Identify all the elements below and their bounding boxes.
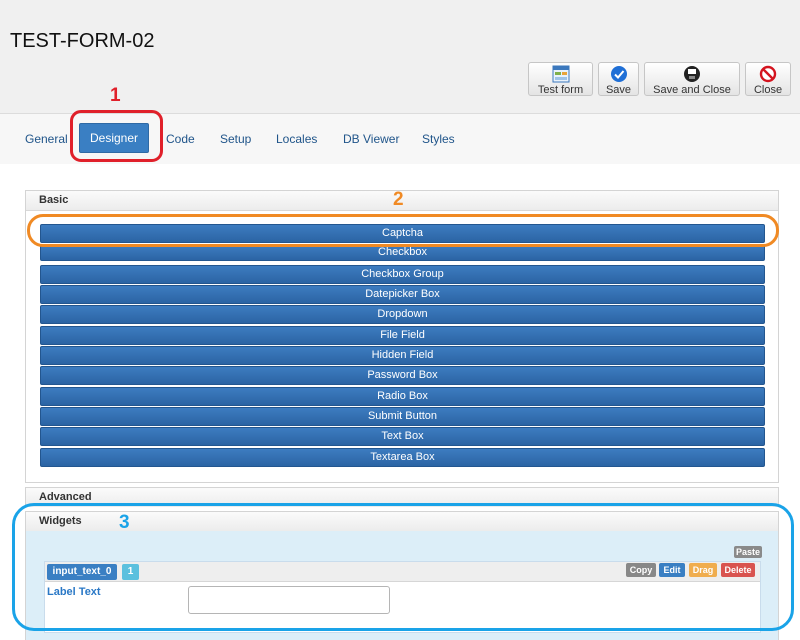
- no-entry-icon: [759, 65, 777, 83]
- control-datepicker-box[interactable]: Datepicker Box: [40, 285, 765, 304]
- control-checkbox-group[interactable]: Checkbox Group: [40, 265, 765, 284]
- save-label: Save: [605, 84, 632, 96]
- control-password-box[interactable]: Password Box: [40, 366, 765, 385]
- control-hidden-field[interactable]: Hidden Field: [40, 346, 765, 365]
- tab-styles[interactable]: Styles: [422, 132, 455, 146]
- control-radio-box[interactable]: Radio Box: [40, 387, 765, 406]
- floppy-disk-icon: [684, 66, 700, 82]
- test-form-label: Test form: [537, 84, 584, 96]
- close-label: Close: [753, 84, 783, 96]
- tab-db-viewer[interactable]: DB Viewer: [343, 132, 399, 146]
- page-title: TEST-FORM-02: [10, 30, 155, 52]
- tab-general[interactable]: General: [25, 132, 68, 146]
- tab-locales[interactable]: Locales: [276, 132, 317, 146]
- control-textarea-box[interactable]: Textarea Box: [40, 448, 765, 467]
- tab-setup[interactable]: Setup: [220, 132, 251, 146]
- control-submit-button[interactable]: Submit Button: [40, 407, 765, 426]
- tab-code[interactable]: Code: [166, 132, 195, 146]
- close-button[interactable]: Close: [745, 62, 791, 96]
- annotation-highlight-captcha: [27, 214, 779, 247]
- control-text-box[interactable]: Text Box: [40, 427, 765, 446]
- control-checkbox[interactable]: Checkbox: [40, 245, 765, 261]
- annotation-highlight-widgets: [12, 503, 794, 631]
- annotation-number-1: 1: [110, 85, 121, 106]
- save-and-close-button[interactable]: Save and Close: [644, 62, 740, 96]
- checkmark-icon: [610, 66, 627, 82]
- test-form-icon: [552, 65, 569, 83]
- annotation-number-2: 2: [393, 189, 404, 210]
- control-file-field[interactable]: File Field: [40, 326, 765, 345]
- annotation-highlight-designer-tab: [70, 110, 163, 162]
- test-form-button[interactable]: Test form: [528, 62, 593, 96]
- save-and-close-label: Save and Close: [653, 84, 731, 96]
- control-dropdown[interactable]: Dropdown: [40, 305, 765, 324]
- save-button[interactable]: Save: [598, 62, 639, 96]
